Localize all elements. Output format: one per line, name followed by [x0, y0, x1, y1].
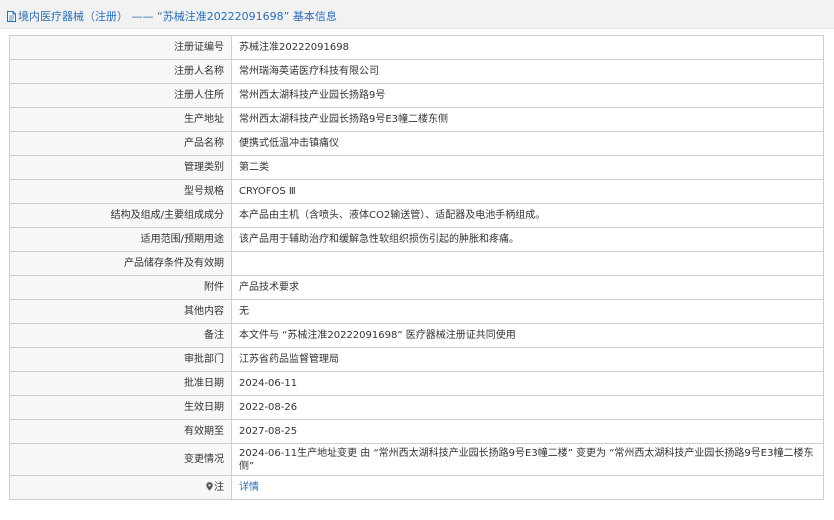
row-value-registrant-address: 常州西太湖科技产业园长扬路9号: [231, 83, 824, 108]
row-value-management-category: 第二类: [231, 155, 824, 180]
row-value-remarks: 本文件与 “苏械注准20222091698” 医疗器械注册证共同使用: [231, 323, 824, 348]
row-value-reg-number: 苏械注准20222091698: [231, 35, 824, 60]
row-label-structure-composition: 结构及组成/主要组成成分: [9, 203, 232, 228]
row-label-change-history: 变更情况: [9, 443, 232, 476]
row-label-model-spec: 型号规格: [9, 179, 232, 204]
table-row: 其他内容 无: [9, 299, 824, 324]
page-header: 境内医疗器械（注册） —— “苏械注准20222091698” 基本信息: [0, 0, 834, 29]
row-label-expiry-date: 有效期至: [9, 419, 232, 444]
row-value-product-name: 便携式低温冲击镇痛仪: [231, 131, 824, 156]
row-label-scope-of-use: 适用范围/预期用途: [9, 227, 232, 252]
document-icon: [7, 10, 16, 22]
table-row: 有效期至 2027-08-25: [9, 419, 824, 444]
row-label-attachment: 附件: [9, 275, 232, 300]
table-row: 结构及组成/主要组成成分 本产品由主机（含喷头、液体CO2输送管）、适配器及电池…: [9, 203, 824, 228]
table-row: 型号规格 CRYOFOS Ⅲ: [9, 179, 824, 204]
row-value-change-history: 2024-06-11生产地址变更 由 “常州西太湖科技产业园长扬路9号E3幢二楼…: [231, 443, 824, 476]
row-value-expiry-date: 2027-08-25: [231, 419, 824, 444]
table-row: 注册证编号 苏械注准20222091698: [9, 35, 824, 60]
row-label-production-address: 生产地址: [9, 107, 232, 132]
row-value-approval-date: 2024-06-11: [231, 371, 824, 396]
row-label-registrant-name: 注册人名称: [9, 59, 232, 84]
row-value-scope-of-use: 该产品用于辅助治疗和缓解急性软组织损伤引起的肿胀和疼痛。: [231, 227, 824, 252]
row-label-approval-date: 批准日期: [9, 371, 232, 396]
row-value-note: 详情: [231, 475, 824, 500]
row-label-reg-number: 注册证编号: [9, 35, 232, 60]
row-label-note: 注: [9, 475, 232, 500]
page-title: 境内医疗器械（注册） —— “苏械注准20222091698” 基本信息: [18, 10, 337, 23]
table-row: 适用范围/预期用途 该产品用于辅助治疗和缓解急性软组织损伤引起的肿胀和疼痛。: [9, 227, 824, 252]
table-row: 附件 产品技术要求: [9, 275, 824, 300]
table-row: 备注 本文件与 “苏械注准20222091698” 医疗器械注册证共同使用: [9, 323, 824, 348]
row-label-remarks: 备注: [9, 323, 232, 348]
table-row: 生效日期 2022-08-26: [9, 395, 824, 420]
info-table: 注册证编号 苏械注准20222091698 注册人名称 常州瑞海英诺医疗科技有限…: [9, 35, 824, 500]
row-value-storage-conditions: [231, 251, 824, 276]
table-row: 管理类别 第二类: [9, 155, 824, 180]
location-pin-icon: [206, 482, 213, 491]
table-row: 注册人住所 常州西太湖科技产业园长扬路9号: [9, 83, 824, 108]
table-row: 生产地址 常州西太湖科技产业园长扬路9号E3幢二楼东侧: [9, 107, 824, 132]
row-value-production-address: 常州西太湖科技产业园长扬路9号E3幢二楼东侧: [231, 107, 824, 132]
row-label-effective-date: 生效日期: [9, 395, 232, 420]
row-value-registrant-name: 常州瑞海英诺医疗科技有限公司: [231, 59, 824, 84]
table-row: 批准日期 2024-06-11: [9, 371, 824, 396]
row-value-model-spec: CRYOFOS Ⅲ: [231, 179, 824, 204]
row-value-structure-composition: 本产品由主机（含喷头、液体CO2输送管）、适配器及电池手柄组成。: [231, 203, 824, 228]
row-label-other-content: 其他内容: [9, 299, 232, 324]
row-value-effective-date: 2022-08-26: [231, 395, 824, 420]
row-label-approval-dept: 审批部门: [9, 347, 232, 372]
details-link[interactable]: 详情: [239, 482, 259, 493]
row-label-storage-conditions: 产品储存条件及有效期: [9, 251, 232, 276]
row-value-attachment: 产品技术要求: [231, 275, 824, 300]
table-row: 变更情况 2024-06-11生产地址变更 由 “常州西太湖科技产业园长扬路9号…: [9, 443, 824, 476]
note-label: 注: [214, 482, 224, 493]
row-value-approval-dept: 江苏省药品监督管理局: [231, 347, 824, 372]
row-value-other-content: 无: [231, 299, 824, 324]
row-label-product-name: 产品名称: [9, 131, 232, 156]
table-row: 注册人名称 常州瑞海英诺医疗科技有限公司: [9, 59, 824, 84]
table-row: 产品储存条件及有效期: [9, 251, 824, 276]
row-label-registrant-address: 注册人住所: [9, 83, 232, 108]
table-row: 产品名称 便携式低温冲击镇痛仪: [9, 131, 824, 156]
table-row: 审批部门 江苏省药品监督管理局: [9, 347, 824, 372]
header-title-wrap: 境内医疗器械（注册） —— “苏械注准20222091698” 基本信息: [7, 8, 337, 24]
row-label-management-category: 管理类别: [9, 155, 232, 180]
table-row: 注 详情: [9, 475, 824, 500]
